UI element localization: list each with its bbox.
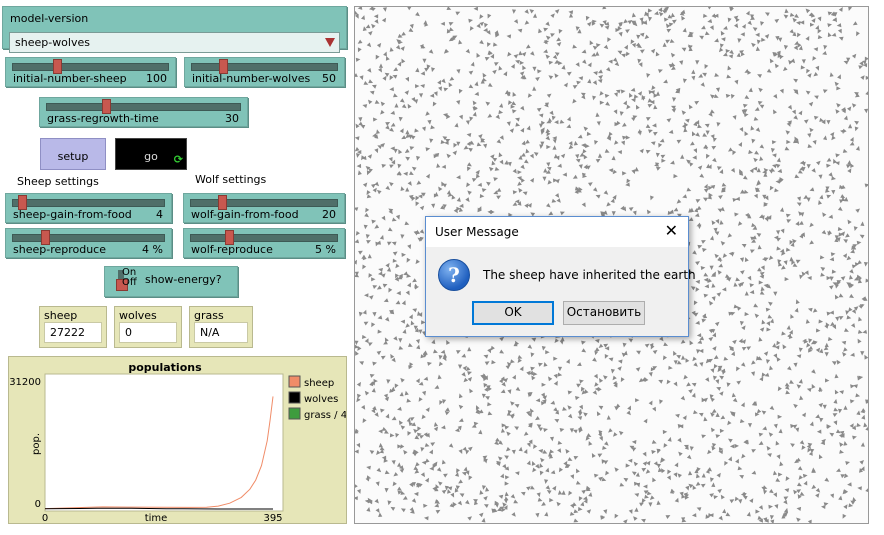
switch-label: show-energy? xyxy=(145,273,222,286)
y-tick-max: 31200 xyxy=(9,377,41,388)
monitor-value-box: N/A xyxy=(194,322,248,343)
slider-label: initial-number-sheep xyxy=(13,72,127,85)
slider-value: 100 xyxy=(146,72,167,85)
slider-initial-number-sheep[interactable]: initial-number-sheep 100 xyxy=(5,57,176,87)
ok-label: OK xyxy=(504,305,522,319)
monitor-value-box: 27222 xyxy=(44,322,102,343)
x-axis-label: time xyxy=(145,513,168,523)
monitor-label: wolves xyxy=(119,309,157,322)
monitor-wolves: wolves 0 xyxy=(114,306,182,348)
slider-label: initial-number-wolves xyxy=(192,72,311,85)
dialog-message: The sheep have inherited the earth xyxy=(483,268,696,282)
user-message-dialog[interactable]: User Message ✕ ? The sheep have inherite… xyxy=(425,216,696,337)
monitor-value: 27222 xyxy=(50,326,85,339)
legend-swatch xyxy=(288,407,301,420)
y-axis-label: pop. xyxy=(31,433,42,455)
slider-value: 30 xyxy=(225,112,239,125)
dialog-title: User Message xyxy=(435,225,519,239)
slider-value: 4 % xyxy=(142,243,163,256)
chooser-select[interactable]: sheep-wolves xyxy=(9,32,340,53)
slider-track[interactable] xyxy=(46,103,241,111)
slider-track[interactable] xyxy=(190,234,338,242)
slider-wolf-reproduce[interactable]: wolf-reproduce 5 % xyxy=(183,228,345,258)
slider-label: grass-regrowth-time xyxy=(47,112,159,125)
slider-initial-number-wolves[interactable]: initial-number-wolves 50 xyxy=(184,57,345,87)
populations-plot: populations 31200 0 0 395 time pop. shee… xyxy=(8,356,347,524)
monitor-grass: grass N/A xyxy=(189,306,253,348)
setup-label: setup xyxy=(57,150,89,163)
slider-label: sheep-reproduce xyxy=(13,243,107,256)
slider-label: sheep-gain-from-food xyxy=(13,208,132,221)
monitor-value: N/A xyxy=(200,326,220,339)
stop-button[interactable]: Остановить xyxy=(563,301,645,325)
switch-off-label: Off xyxy=(122,277,137,288)
slider-value: 50 xyxy=(322,72,336,85)
dropdown-arrow-icon[interactable] xyxy=(325,38,335,47)
dialog-body: ? The sheep have inherited the earth OK … xyxy=(426,247,696,336)
monitor-sheep: sheep 27222 xyxy=(39,306,107,348)
legend-swatch xyxy=(288,391,301,404)
model-version-chooser[interactable]: model-version sheep-wolves xyxy=(2,6,347,53)
slider-track[interactable] xyxy=(12,234,165,242)
monitor-label: grass xyxy=(194,309,224,322)
slider-grass-regrowth-time[interactable]: grass-regrowth-time 30 xyxy=(39,97,248,127)
plot-title: populations xyxy=(128,361,202,374)
legend-label: wolves xyxy=(304,394,338,405)
x-tick-max: 395 xyxy=(263,513,282,523)
monitor-label: sheep xyxy=(44,309,78,322)
slider-sheep-gain-from-food[interactable]: sheep-gain-from-food 4 xyxy=(5,193,172,223)
legend-label: grass / 4 xyxy=(304,410,346,421)
slider-track[interactable] xyxy=(12,63,169,71)
slider-value: 5 % xyxy=(315,243,336,256)
plot-svg: populations 31200 0 0 395 time pop. shee… xyxy=(9,361,346,523)
slider-track[interactable] xyxy=(12,199,165,207)
go-button[interactable]: go ⟳ xyxy=(115,138,187,170)
ok-button[interactable]: OK xyxy=(472,301,554,325)
plot-area xyxy=(44,373,284,512)
wolf-settings-label: Wolf settings xyxy=(195,173,267,186)
slider-value: 20 xyxy=(322,208,336,221)
monitor-value-box: 0 xyxy=(119,322,177,343)
forever-arrows-icon: ⟳ xyxy=(173,153,183,166)
monitor-value: 0 xyxy=(125,326,132,339)
setup-button[interactable]: setup xyxy=(40,138,106,170)
stop-label: Остановить xyxy=(566,305,642,319)
chooser-value: sheep-wolves xyxy=(15,36,90,49)
legend-label: sheep xyxy=(304,378,334,389)
chooser-label: model-version xyxy=(10,12,89,25)
x-tick-min: 0 xyxy=(42,513,48,523)
slider-wolf-gain-from-food[interactable]: wolf-gain-from-food 20 xyxy=(183,193,345,223)
question-icon: ? xyxy=(438,259,470,291)
slider-value: 4 xyxy=(156,208,163,221)
y-tick-min: 0 xyxy=(35,499,41,510)
slider-track[interactable] xyxy=(190,199,338,207)
show-energy-switch[interactable]: On Off show-energy? xyxy=(104,266,238,297)
legend: sheep wolves grass / 4 xyxy=(288,375,346,421)
slider-label: wolf-gain-from-food xyxy=(191,208,299,221)
legend-swatch xyxy=(288,375,301,388)
slider-sheep-reproduce[interactable]: sheep-reproduce 4 % xyxy=(5,228,172,258)
slider-track[interactable] xyxy=(191,63,338,71)
slider-label: wolf-reproduce xyxy=(191,243,273,256)
close-icon[interactable]: ✕ xyxy=(665,221,678,240)
sheep-settings-label: Sheep settings xyxy=(17,175,99,188)
